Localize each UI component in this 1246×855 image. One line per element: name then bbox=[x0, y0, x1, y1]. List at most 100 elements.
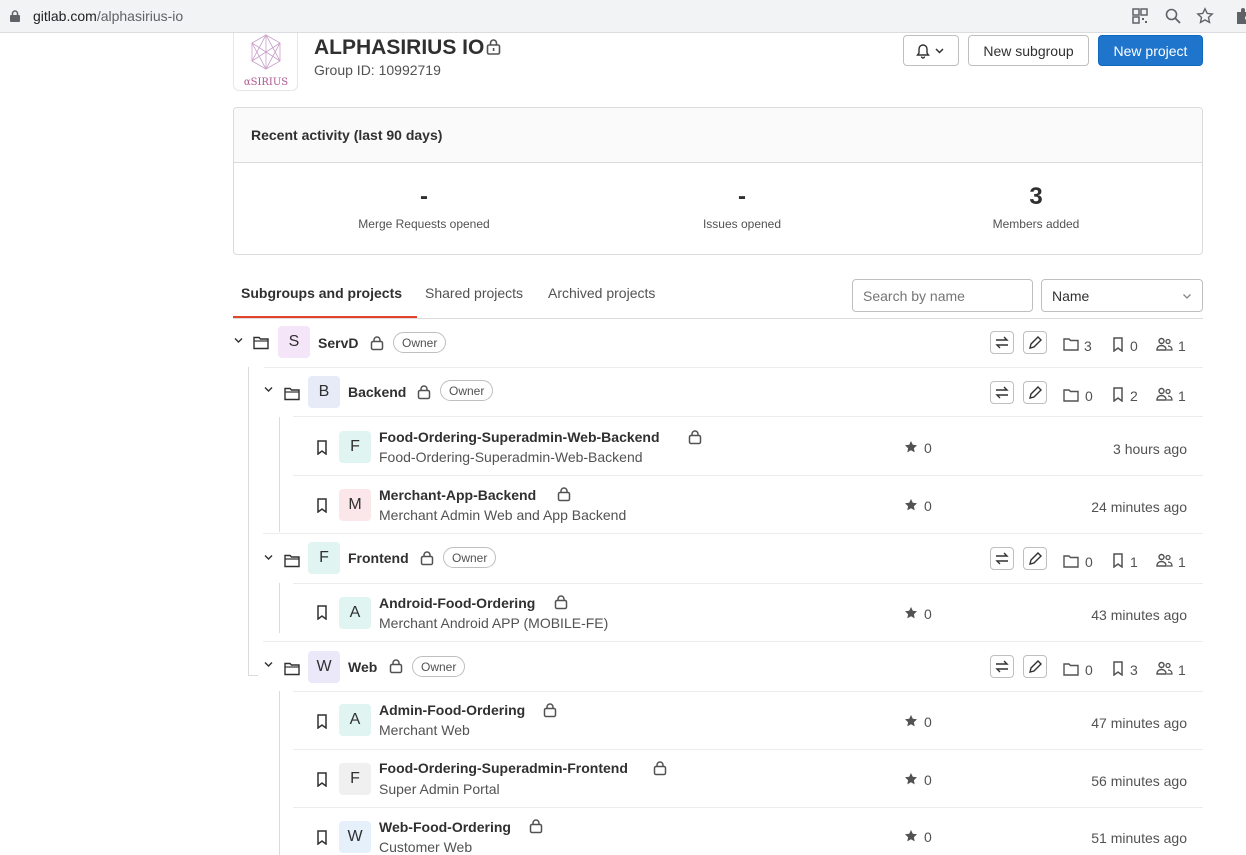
stat-value: 3 bbox=[1029, 183, 1043, 210]
tab-shared-projects[interactable]: Shared projects bbox=[425, 285, 523, 301]
group-row-backend[interactable]: B Backend Owner 0 2 1 bbox=[263, 367, 1203, 417]
extensions-icon[interactable] bbox=[1234, 7, 1246, 25]
avatar-letter: F bbox=[350, 438, 360, 455]
folder-open-icon bbox=[284, 387, 300, 401]
edit-button[interactable] bbox=[1023, 381, 1047, 404]
subgroup-count: 0 bbox=[1085, 662, 1093, 678]
project-avatar-letter: F bbox=[339, 763, 371, 795]
project-description: Merchant Admin Web and App Backend bbox=[379, 507, 627, 523]
last-updated: 51 minutes ago bbox=[1091, 830, 1187, 846]
subgroup-count: 0 bbox=[1085, 388, 1093, 404]
project-row[interactable]: W Web-Food-Ordering Customer Web 0 51 mi… bbox=[293, 808, 1203, 855]
project-bookmark-icon bbox=[317, 830, 327, 845]
group-row-servd[interactable]: S ServD Owner 3 0 1 bbox=[233, 318, 1203, 368]
group-row-frontend[interactable]: F Frontend Owner 0 1 1 bbox=[263, 534, 1203, 584]
edit-button[interactable] bbox=[1023, 331, 1047, 354]
project-row[interactable]: A Android-Food-Ordering Merchant Android… bbox=[263, 584, 1203, 642]
avatar-letter: B bbox=[318, 383, 330, 400]
project-name[interactable]: Android-Food-Ordering bbox=[379, 595, 535, 611]
tree-connector bbox=[248, 675, 258, 676]
avatar-letter: W bbox=[347, 828, 363, 845]
project-bookmark-icon bbox=[317, 605, 327, 620]
last-updated: 43 minutes ago bbox=[1091, 607, 1187, 623]
star-count: 0 bbox=[924, 772, 932, 788]
lock-icon bbox=[543, 703, 557, 718]
chevron-down-icon[interactable] bbox=[263, 384, 274, 395]
group-avatar-letter: B bbox=[308, 376, 340, 408]
logo-text: αSIRIUS bbox=[244, 77, 288, 88]
members-icon bbox=[1156, 553, 1173, 567]
browser-url-bar[interactable]: gitlab.com/alphasirius-io bbox=[0, 0, 1246, 33]
chevron-down-icon bbox=[1183, 294, 1191, 299]
project-name[interactable]: Food-Ordering-Superadmin-Web-Backend bbox=[379, 429, 660, 445]
project-avatar-letter: A bbox=[339, 704, 371, 736]
project-name[interactable]: Merchant-App-Backend bbox=[379, 487, 536, 503]
pencil-icon bbox=[1029, 386, 1042, 399]
notification-dropdown-button[interactable] bbox=[903, 35, 959, 66]
chevron-down-icon[interactable] bbox=[263, 659, 274, 670]
lock-icon bbox=[417, 385, 431, 400]
group-name[interactable]: Frontend bbox=[348, 550, 409, 566]
qr-code-icon[interactable] bbox=[1131, 7, 1149, 25]
star-count: 0 bbox=[924, 606, 932, 622]
project-name[interactable]: Web-Food-Ordering bbox=[379, 819, 511, 835]
project-bookmark-icon bbox=[317, 498, 327, 513]
star-count: 0 bbox=[924, 498, 932, 514]
tab-subgroups-and-projects[interactable]: Subgroups and projects bbox=[241, 285, 402, 301]
group-row-web[interactable]: W Web Owner 0 3 1 bbox=[263, 642, 1203, 692]
bookmark-star-icon[interactable] bbox=[1196, 7, 1214, 25]
transfer-icon bbox=[995, 386, 1009, 399]
member-count: 1 bbox=[1178, 662, 1186, 678]
lock-icon bbox=[370, 336, 384, 351]
project-bookmark-icon bbox=[317, 440, 327, 455]
project-name[interactable]: Admin-Food-Ordering bbox=[379, 702, 525, 718]
zoom-icon[interactable] bbox=[1164, 7, 1182, 25]
chevron-down-icon[interactable] bbox=[233, 335, 244, 346]
sort-select[interactable]: Name bbox=[1041, 279, 1203, 312]
star-count: 0 bbox=[924, 714, 932, 730]
project-row[interactable]: F Food-Ordering-Superadmin-Web-Backend F… bbox=[293, 418, 1203, 476]
transfer-button[interactable] bbox=[990, 331, 1014, 354]
project-avatar-letter: W bbox=[339, 821, 371, 853]
member-count: 1 bbox=[1178, 338, 1186, 354]
star-icon bbox=[905, 715, 917, 727]
last-updated: 3 hours ago bbox=[1113, 441, 1187, 457]
group-id: Group ID: 10992719 bbox=[314, 62, 441, 78]
new-subgroup-button[interactable]: New subgroup bbox=[968, 35, 1089, 66]
tab-archived-projects[interactable]: Archived projects bbox=[548, 285, 655, 301]
tree-connector bbox=[279, 583, 280, 633]
lock-icon bbox=[529, 819, 543, 834]
pencil-icon bbox=[1029, 336, 1042, 349]
project-avatar-letter: A bbox=[339, 597, 371, 629]
folder-open-icon bbox=[284, 662, 300, 676]
search-by-name-input[interactable] bbox=[852, 279, 1033, 312]
group-avatar-letter: F bbox=[308, 542, 340, 574]
project-name[interactable]: Food-Ordering-Superadmin-Frontend bbox=[379, 760, 628, 776]
lock-icon bbox=[653, 761, 667, 776]
star-count: 0 bbox=[924, 440, 932, 456]
url-path: /alphasirius-io bbox=[96, 8, 184, 24]
project-count: 2 bbox=[1130, 388, 1138, 404]
project-description: Merchant Android APP (MOBILE-FE) bbox=[379, 615, 609, 631]
star-icon bbox=[905, 441, 917, 453]
edit-button[interactable] bbox=[1023, 547, 1047, 570]
transfer-button[interactable] bbox=[990, 655, 1014, 678]
lock-icon bbox=[420, 551, 434, 566]
group-avatar[interactable]: αSIRIUS bbox=[233, 33, 298, 91]
chevron-down-icon[interactable] bbox=[263, 552, 274, 563]
project-row[interactable]: A Admin-Food-Ordering Merchant Web 0 47 … bbox=[293, 692, 1203, 750]
transfer-button[interactable] bbox=[990, 547, 1014, 570]
last-updated: 56 minutes ago bbox=[1091, 773, 1187, 789]
group-name[interactable]: ServD bbox=[318, 335, 358, 351]
transfer-button[interactable] bbox=[990, 381, 1014, 404]
new-project-button[interactable]: New project bbox=[1098, 35, 1203, 66]
edit-button[interactable] bbox=[1023, 655, 1047, 678]
url-text[interactable]: gitlab.com/alphasirius-io bbox=[33, 8, 183, 24]
group-name[interactable]: Web bbox=[348, 659, 377, 675]
tree-connector bbox=[248, 367, 249, 675]
project-row[interactable]: M Merchant-App-Backend Merchant Admin We… bbox=[263, 476, 1203, 534]
alphasirius-logo-icon: αSIRIUS bbox=[244, 34, 288, 88]
star-icon bbox=[905, 499, 917, 511]
project-row[interactable]: F Food-Ordering-Superadmin-Frontend Supe… bbox=[293, 750, 1203, 808]
group-name[interactable]: Backend bbox=[348, 384, 406, 400]
